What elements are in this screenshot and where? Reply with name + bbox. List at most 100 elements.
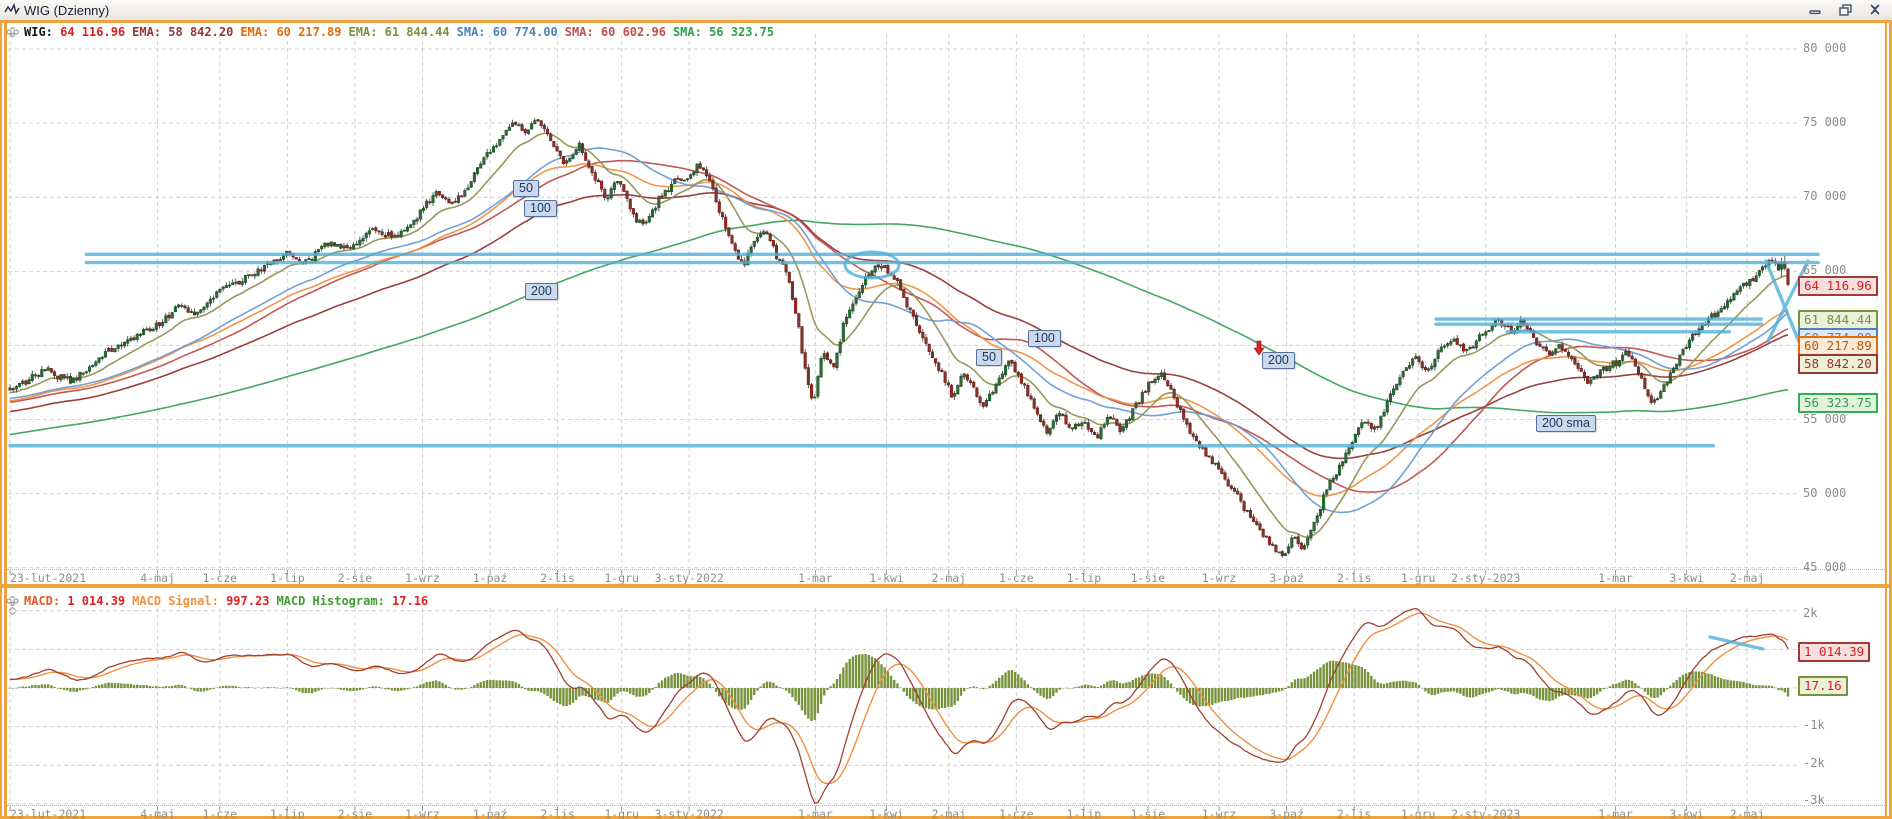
legend-value: 64 116.96 <box>52 25 126 39</box>
date-axis-separator <box>7 805 1885 806</box>
x-axis-label: 2-lis <box>540 807 575 819</box>
price-value-box: 64 116.96 <box>1798 276 1878 296</box>
legend-label: MACD Signal: <box>132 594 219 608</box>
x-axis-label: 1-lip <box>1066 571 1102 585</box>
x-axis-label: 2-sie <box>337 571 373 585</box>
x-axis-label: 2-maj <box>931 571 967 585</box>
legend-label: WIG: <box>24 25 53 39</box>
legend-label: SMA: <box>672 25 702 39</box>
x-axis-label: 1-wrz <box>405 807 440 819</box>
x-axis-label: 3-paź <box>1269 571 1304 585</box>
x-axis-label: 3-kwi <box>1669 807 1704 819</box>
x-axis-label: 1-kwi <box>869 571 904 585</box>
legend-value: 56 323.75 <box>701 25 775 39</box>
price-value-box: 58 842.20 <box>1798 354 1878 374</box>
chart-canvas[interactable] <box>0 0 1892 819</box>
legend-value: 60 217.89 <box>269 25 342 39</box>
macd-y-axis-label: -2k <box>1803 756 1825 770</box>
x-axis-label: 1-paź <box>472 571 508 585</box>
y-axis-label: 80 000 <box>1803 41 1847 55</box>
ma-period-tag[interactable]: 200 sma <box>1536 415 1596 432</box>
x-axis-label: 3-sty-2022 <box>654 807 724 819</box>
x-axis-label: 1-kwi <box>869 807 904 819</box>
macd-y-axis-label: 2k <box>1803 606 1818 620</box>
x-axis-label: 2-sie <box>337 807 373 819</box>
price-value-box: 56 323.75 <box>1798 393 1878 413</box>
legend-value: 60 602.96 <box>593 25 666 39</box>
x-axis-label: 1-lip <box>270 571 305 585</box>
legend-item: MACD Signal: 997.23 <box>132 594 269 608</box>
x-axis-label: 1-wrz <box>405 571 440 585</box>
x-axis-label: 4-maj <box>140 571 175 585</box>
x-axis-label: 1-cze <box>999 807 1034 819</box>
x-axis-label: 1-sie <box>1130 807 1166 819</box>
ma-period-tag[interactable]: 100 <box>524 200 557 217</box>
macd-indicator-legend: MACD: 1 014.39 MACD Signal: 997.23 MACD Hi… <box>24 594 428 608</box>
x-axis-label: 1-cze <box>999 571 1034 585</box>
x-axis-label: 2-sty-2023 <box>1451 807 1521 819</box>
x-axis-label: 1-mar <box>798 807 833 819</box>
chart-window: WIG (Dzienny) WIG: 64 116.96 EMA: 58 842.… <box>0 0 1892 819</box>
price-value-box: 60 217.89 <box>1798 336 1878 356</box>
legend-value: 17.16 <box>384 594 429 608</box>
x-axis-label: 2-maj <box>1729 807 1765 819</box>
main-pane-settings-icon[interactable] <box>5 24 20 44</box>
x-axis-label: 1-gru <box>604 807 639 819</box>
macd-y-axis-label: -3k <box>1803 793 1825 807</box>
ma-period-tag[interactable]: 200 <box>1262 352 1295 369</box>
x-axis-label: 1-cze <box>202 571 238 585</box>
legend-label: EMA: <box>240 25 270 39</box>
x-axis-label: 1-gru <box>604 571 639 585</box>
x-axis-label: 23-lut-2021 <box>10 807 87 819</box>
price-value-box: 61 844.44 <box>1798 310 1878 330</box>
ma-period-tag[interactable]: 50 <box>513 180 539 197</box>
x-axis-label: 4-maj <box>140 807 175 819</box>
ma-period-tag[interactable]: 100 <box>1028 330 1061 347</box>
y-axis-label: 70 000 <box>1803 189 1847 203</box>
legend-item: SMA: 56 323.75 <box>673 25 774 39</box>
x-axis-label: 3-paź <box>1269 807 1304 819</box>
x-axis-label: 1-mar <box>798 571 833 585</box>
price-value-box: 1 014.39 <box>1798 642 1871 662</box>
x-axis-label: 3-sty-2022 <box>654 571 724 585</box>
legend-value: 60 774.00 <box>485 25 558 39</box>
legend-label: SMA: <box>564 25 594 39</box>
x-axis-label: 1-cze <box>202 807 238 819</box>
x-axis-label: 1-gru <box>1400 807 1436 819</box>
legend-item: EMA: 61 844.44 <box>348 25 449 39</box>
legend-value: 58 842.20 <box>161 25 234 39</box>
legend-item: SMA: 60 774.00 <box>457 25 558 39</box>
legend-value: 61 844.44 <box>377 25 450 39</box>
y-axis-label: 55 000 <box>1803 412 1847 426</box>
x-axis-label: 1-sie <box>1130 571 1166 585</box>
legend-label: EMA: <box>132 25 162 39</box>
ma-period-tag[interactable]: 200 <box>525 283 558 300</box>
x-axis-label: 1-wrz <box>1201 571 1237 585</box>
x-axis-label: 2-maj <box>931 807 967 819</box>
x-axis-label: 1-lip <box>1066 807 1102 819</box>
legend-item: EMA: 60 217.89 <box>240 25 341 39</box>
legend-item: SMA: 60 602.96 <box>565 25 666 39</box>
y-axis-label: 50 000 <box>1803 486 1847 500</box>
macd-y-axis-label: -1k <box>1803 718 1825 732</box>
legend-item: MACD Histogram: 17.16 <box>276 594 428 608</box>
x-axis-label: 1-gru <box>1400 571 1436 585</box>
y-axis-label: 75 000 <box>1803 115 1847 129</box>
y-axis-label: 45 000 <box>1803 560 1847 574</box>
legend-item: EMA: 58 842.20 <box>132 25 233 39</box>
legend-label: MACD Histogram: <box>276 594 385 608</box>
x-axis-label: 1-paź <box>472 807 508 819</box>
x-axis-label: 1-mar <box>1598 807 1633 819</box>
x-axis-label: 23-lut-2021 <box>10 571 87 585</box>
legend-label: EMA: <box>348 25 378 39</box>
x-axis-label: 2-maj <box>1729 571 1765 585</box>
legend-value: 1 014.39 <box>60 594 126 608</box>
price-value-box: 17.16 <box>1798 676 1848 696</box>
x-axis-label: 2-lis <box>1336 807 1372 819</box>
x-axis-label: 3-kwi <box>1669 571 1704 585</box>
legend-item: MACD: 1 014.39 <box>24 594 125 608</box>
x-axis-label: 2-lis <box>540 571 575 585</box>
ma-period-tag[interactable]: 50 <box>976 349 1002 366</box>
macd-pane-settings-icon[interactable] <box>5 593 20 620</box>
legend-label: MACD: <box>24 594 61 608</box>
